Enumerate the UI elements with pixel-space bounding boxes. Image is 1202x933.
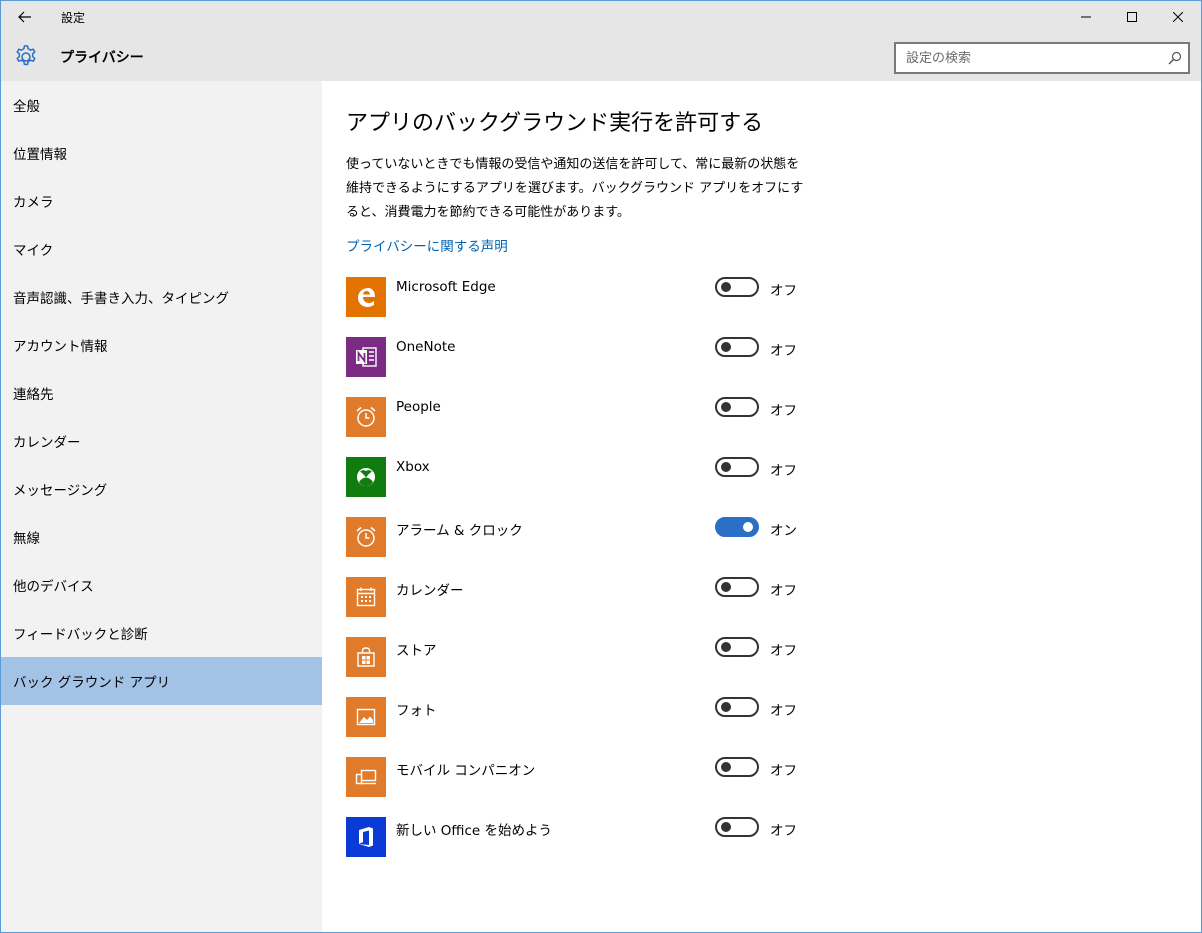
app-row-get-office: 新しい Office を始めよう オフ [346, 817, 846, 877]
close-button[interactable] [1155, 1, 1201, 33]
app-row-people: People オフ [346, 397, 846, 457]
edge-icon [346, 277, 386, 317]
app-name: 新しい Office を始めよう [396, 823, 552, 839]
toggle-state-label: オフ [770, 763, 797, 779]
sidebar-item-camera[interactable]: カメラ [1, 177, 322, 225]
app-name: カレンダー [396, 583, 464, 599]
app-name: フォト [396, 703, 437, 719]
toggle-state-label: オフ [770, 823, 797, 839]
sidebar-item-label: 全般 [13, 99, 40, 115]
sidebar-item-feedback[interactable]: フィードバックと診断 [1, 609, 322, 657]
close-icon [1173, 12, 1183, 22]
sidebar-item-general[interactable]: 全般 [1, 81, 322, 129]
app-name: モバイル コンパニオン [396, 763, 536, 779]
gear-icon [16, 45, 36, 66]
sidebar-item-calendar[interactable]: カレンダー [1, 417, 322, 465]
sidebar-item-label: マイク [13, 243, 54, 259]
sidebar-item-radios[interactable]: 無線 [1, 513, 322, 561]
privacy-statement-link[interactable]: プライバシーに関する声明 [346, 235, 508, 255]
section-title: アプリのバックグラウンド実行を許可する [346, 111, 764, 136]
sidebar-item-location[interactable]: 位置情報 [1, 129, 322, 177]
app-row-photos: フォト オフ [346, 697, 846, 757]
toggle-state-label: オフ [770, 343, 797, 359]
app-row-edge: Microsoft Edge オフ [346, 277, 846, 337]
app-name: OneNote [396, 339, 456, 355]
sidebar-item-label: カレンダー [13, 435, 81, 451]
app-row-onenote: OneNote オフ [346, 337, 846, 397]
background-toggle-alarms-clock[interactable] [715, 517, 759, 537]
background-toggle-calendar[interactable] [715, 577, 759, 597]
section-description: 使っていないときでも情報の受信や通知の送信を許可して、常に最新の状態を維持できる… [346, 157, 804, 220]
toggle-state-label: オン [770, 523, 797, 539]
toggle-state-label: オフ [770, 703, 797, 719]
window-title: 設定 [61, 10, 86, 25]
maximize-icon [1127, 12, 1137, 22]
back-button[interactable] [1, 1, 49, 33]
background-toggle-onenote[interactable] [715, 337, 759, 357]
alarm-clock-icon [346, 397, 386, 437]
background-toggle-phone-companion[interactable] [715, 757, 759, 777]
sidebar-item-label: 位置情報 [13, 147, 67, 163]
background-toggle-photos[interactable] [715, 697, 759, 717]
sidebar-item-messaging[interactable]: メッセージング [1, 465, 322, 513]
toggle-state-label: オフ [770, 283, 797, 299]
search-icon[interactable] [1168, 51, 1182, 65]
sidebar-item-label: 音声認識、手書き入力、タイピング [13, 291, 229, 307]
background-toggle-get-office[interactable] [715, 817, 759, 837]
photo-icon [346, 697, 386, 737]
background-toggle-people[interactable] [715, 397, 759, 417]
window-controls [1063, 1, 1201, 33]
app-row-calendar: カレンダー オフ [346, 577, 846, 637]
office-icon [346, 817, 386, 857]
settings-window: 設定 プライバシー 全般 位置情報 [0, 0, 1202, 933]
app-name: People [396, 399, 441, 415]
sidebar-item-label: フィードバックと診断 [13, 627, 148, 643]
phone-companion-icon [346, 757, 386, 797]
app-name: Microsoft Edge [396, 279, 496, 295]
app-list: Microsoft Edge オフ OneNote オフ People オフ X… [346, 277, 846, 877]
maximize-button[interactable] [1109, 1, 1155, 33]
alarm-clock-icon [346, 517, 386, 557]
app-row-phone-companion: モバイル コンパニオン オフ [346, 757, 846, 817]
sidebar-item-label: カメラ [13, 195, 54, 211]
search-input[interactable] [896, 44, 1156, 72]
background-toggle-store[interactable] [715, 637, 759, 657]
calendar-icon [346, 577, 386, 617]
sidebar-item-contacts[interactable]: 連絡先 [1, 369, 322, 417]
sidebar-item-account-info[interactable]: アカウント情報 [1, 321, 322, 369]
sidebar-item-label: バック グラウンド アプリ [13, 675, 171, 691]
sidebar-item-other-devices[interactable]: 他のデバイス [1, 561, 322, 609]
app-name: アラーム & クロック [396, 523, 523, 539]
sidebar-item-speech[interactable]: 音声認識、手書き入力、タイピング [1, 273, 322, 321]
page-header: プライバシー [1, 33, 1201, 81]
title-bar: 設定 [1, 1, 1201, 33]
back-arrow-icon [18, 11, 31, 23]
minimize-button[interactable] [1063, 1, 1109, 33]
toggle-state-label: オフ [770, 643, 797, 659]
search-box[interactable] [894, 42, 1190, 74]
app-name: ストア [396, 643, 437, 659]
sidebar-item-label: アカウント情報 [13, 339, 108, 355]
sidebar-item-label: 他のデバイス [13, 579, 94, 595]
toggle-state-label: オフ [770, 583, 797, 599]
store-icon [346, 637, 386, 677]
app-row-store: ストア オフ [346, 637, 846, 697]
background-toggle-edge[interactable] [715, 277, 759, 297]
app-row-alarms-clock: アラーム & クロック オン [346, 517, 846, 577]
xbox-icon [346, 457, 386, 497]
sidebar-item-microphone[interactable]: マイク [1, 225, 322, 273]
app-name: Xbox [396, 459, 430, 475]
sidebar: 全般 位置情報 カメラ マイク 音声認識、手書き入力、タイピング アカウント情報… [1, 81, 322, 932]
sidebar-item-label: メッセージング [13, 483, 108, 499]
page-title: プライバシー [60, 50, 144, 66]
onenote-icon [346, 337, 386, 377]
sidebar-item-label: 無線 [13, 531, 40, 547]
sidebar-item-label: 連絡先 [13, 387, 54, 403]
sidebar-item-background-apps[interactable]: バック グラウンド アプリ [1, 657, 322, 705]
minimize-icon [1081, 16, 1091, 18]
toggle-state-label: オフ [770, 403, 797, 419]
toggle-state-label: オフ [770, 463, 797, 479]
app-row-xbox: Xbox オフ [346, 457, 846, 517]
background-toggle-xbox[interactable] [715, 457, 759, 477]
